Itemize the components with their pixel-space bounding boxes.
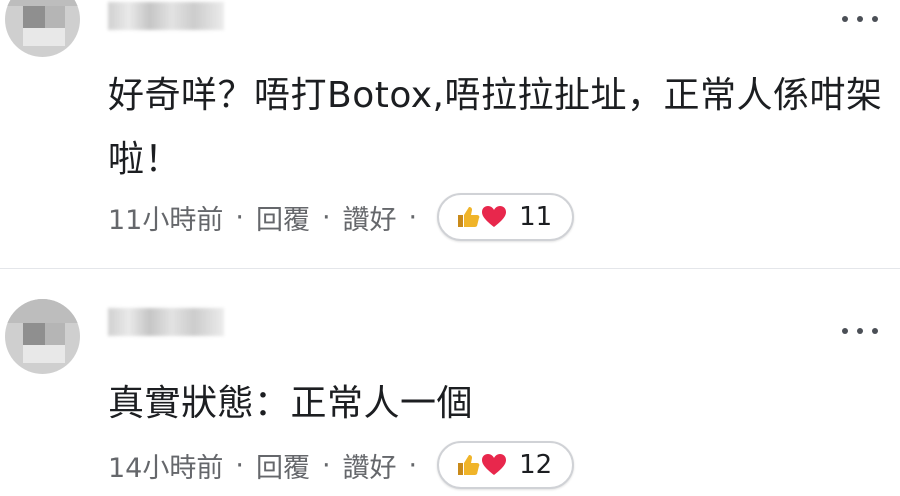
comment-meta: 11小時前 · 回覆 · 讚好 · 11 [108, 192, 575, 242]
more-options-icon[interactable] [842, 326, 878, 336]
like-button[interactable]: 讚好 [343, 198, 397, 237]
separator: · [408, 449, 418, 481]
avatar-pixel [23, 6, 45, 28]
reactions-pill[interactable]: 12 [437, 441, 575, 489]
reactions-pill[interactable]: 11 [437, 193, 575, 241]
comment-timestamp[interactable]: 14小時前 [108, 446, 223, 485]
avatar-pixel [45, 323, 65, 345]
reply-button[interactable]: 回覆 [256, 198, 310, 237]
avatar[interactable] [5, 299, 80, 374]
separator: · [408, 201, 418, 233]
more-dot [857, 16, 863, 22]
avatar-pixel [45, 6, 65, 28]
comment-item-1: 好奇咩？唔打Botox,唔拉拉扯址，正常人係咁架啦！ 11小時前 · 回覆 · … [0, 0, 900, 268]
avatar[interactable] [5, 0, 80, 57]
avatar-pixel [23, 345, 65, 363]
like-button[interactable]: 讚好 [343, 446, 397, 485]
heart-icon [482, 206, 507, 227]
separator: · [321, 201, 331, 233]
separator: · [235, 449, 244, 481]
comment-meta: 14小時前 · 回覆 · 讚好 · 12 [108, 440, 575, 490]
more-dot [842, 328, 848, 334]
more-dot [842, 16, 848, 22]
thumbs-up-icon [458, 207, 480, 227]
reaction-count: 11 [519, 202, 553, 232]
avatar-pixel [5, 299, 80, 323]
more-dot [872, 328, 878, 334]
comment-text: 好奇咩？唔打Botox,唔拉拉扯址，正常人係咁架啦！ [108, 75, 883, 180]
reaction-count: 12 [519, 450, 553, 480]
comment-divider [0, 268, 900, 269]
separator: · [235, 201, 244, 233]
avatar-pixel [23, 323, 45, 345]
reply-button[interactable]: 回覆 [256, 446, 310, 485]
more-options-icon[interactable] [842, 14, 878, 24]
more-dot [872, 16, 878, 22]
more-dot [857, 328, 863, 334]
comment-timestamp[interactable]: 11小時前 [108, 198, 223, 237]
avatar-pixel [23, 28, 65, 46]
separator: · [321, 449, 331, 481]
author-name-blurred[interactable] [108, 308, 224, 336]
comment-item-2: 真實狀態：正常人一個 14小時前 · 回覆 · 讚好 · 12 [0, 272, 900, 496]
author-name-blurred[interactable] [108, 2, 224, 30]
thumbs-up-icon [458, 455, 480, 475]
heart-icon [482, 454, 507, 475]
comment-text: 真實狀態：正常人一個 [108, 383, 474, 424]
